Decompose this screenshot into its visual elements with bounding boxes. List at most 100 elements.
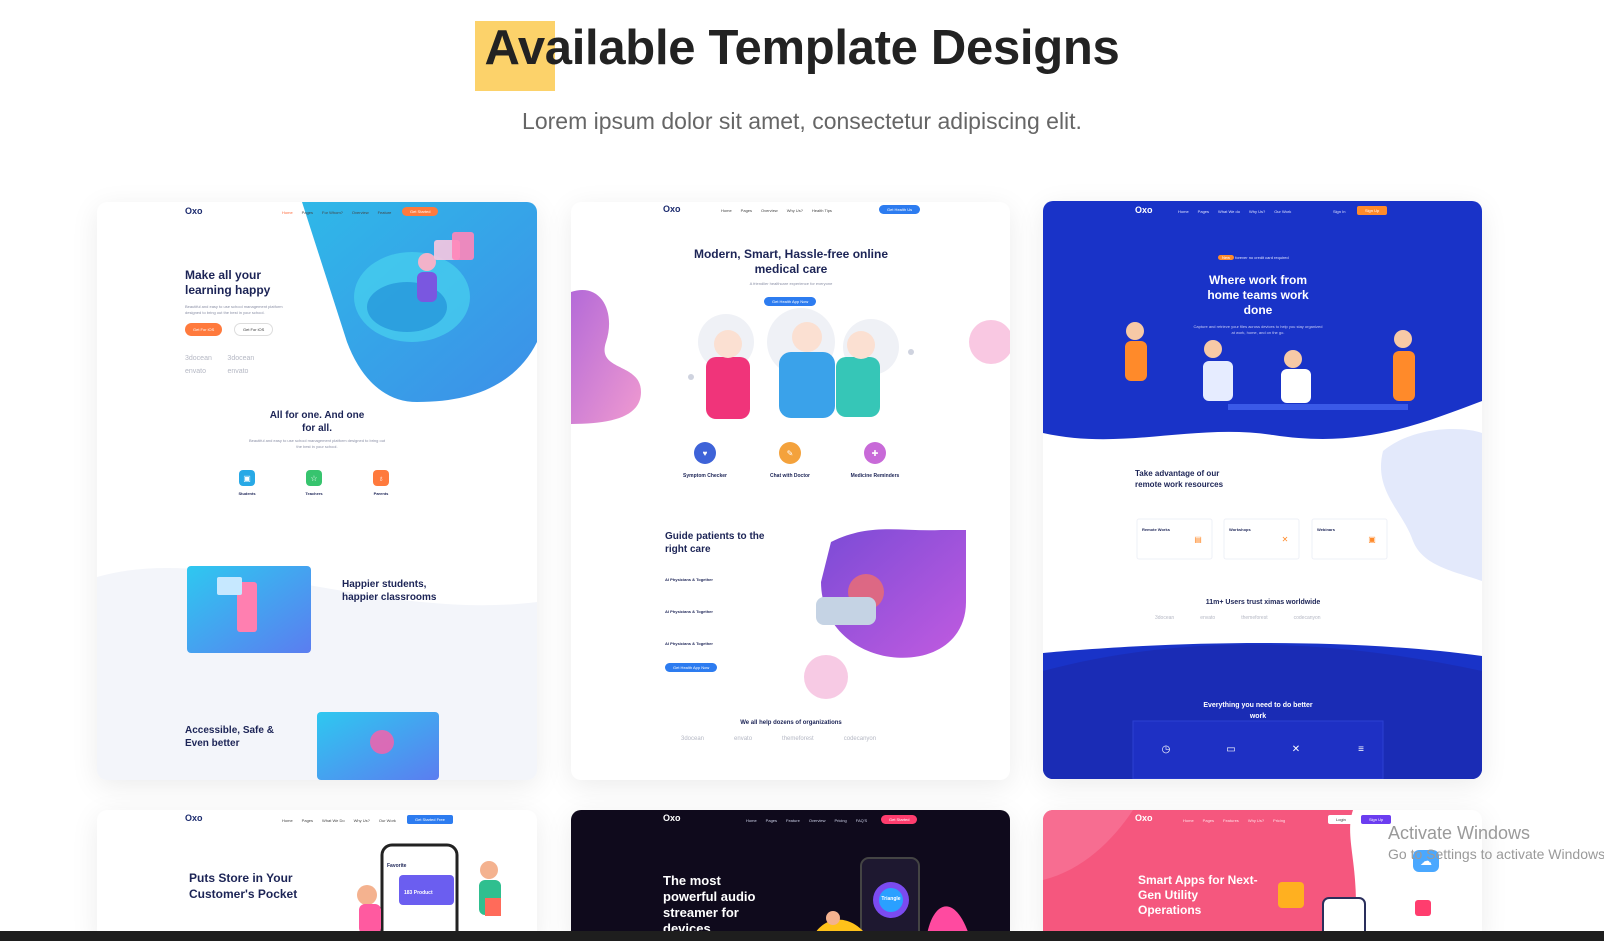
- template-card-remote-work[interactable]: Oxo Home Pages What We do Why Us? Our Wo…: [1043, 201, 1482, 779]
- template-logo: Oxo: [1135, 205, 1153, 215]
- feature-label: Students: [238, 491, 256, 496]
- brand-logo: 3docean: [1155, 615, 1175, 621]
- section-title: Available Template Designs: [0, 20, 1604, 91]
- feature-label: Symptom Checker: [683, 473, 727, 479]
- nav-item: Home: [721, 208, 732, 213]
- feature-label: Medicine Reminders: [850, 473, 900, 479]
- section-heading: All for one. And one for all.: [269, 410, 365, 434]
- sign-up-button[interactable]: Sign Up: [1361, 815, 1392, 824]
- hero-heading: Modern, Smart, Hassle-free online medica…: [693, 247, 889, 276]
- nav-item: For Whom?: [322, 210, 343, 215]
- tools-icon: ✕: [1281, 534, 1289, 544]
- nav-item: Our Work: [1274, 209, 1292, 214]
- nav-item: Home: [1178, 209, 1189, 214]
- ios-button[interactable]: Get For iOS: [185, 323, 223, 336]
- hero-heading: The most powerful audio streamer for dev…: [663, 873, 756, 936]
- template-card-medical[interactable]: Oxo Home Pages Overview Why Us? Health T…: [571, 202, 1010, 780]
- section-paragraph: Beautiful and easy to use school managem…: [248, 438, 386, 449]
- section-heading: Happier students, happier classrooms: [342, 579, 437, 603]
- resource-card-title: Workshops: [1229, 527, 1251, 532]
- phone-product-card: 183 Product: [404, 890, 433, 896]
- check-item: AI Physicians & Together: [665, 577, 713, 582]
- brand-logos: 3docean envato themeforest codecanyon: [681, 736, 921, 742]
- nav-item: Our Work: [378, 818, 396, 823]
- nav-item: Pages: [765, 818, 778, 823]
- brand-logos: 3docean envato themeforest codecanyon: [1155, 615, 1395, 621]
- template-logo: Oxo: [663, 813, 681, 823]
- monitor-icon: ▭: [1226, 743, 1236, 755]
- brand-logo: envato: [734, 736, 753, 742]
- webinar-icon: ▣: [1368, 534, 1376, 544]
- brand-logo: envato: [1200, 615, 1216, 621]
- section-heading: Take advantage of our remote work resour…: [1135, 469, 1224, 489]
- nav-item: Pages: [1197, 209, 1210, 214]
- nav-item: Pages: [1202, 818, 1215, 823]
- template-logo: Oxo: [185, 206, 203, 216]
- brand-logo: 3docean: [185, 355, 212, 362]
- nav-item: Pages: [301, 818, 314, 823]
- section-heading: Guide patients to the right care: [665, 531, 765, 555]
- nav-item: Features: [1223, 818, 1239, 823]
- nav-item: Pricing: [834, 818, 847, 823]
- taskbar[interactable]: [0, 931, 1604, 941]
- server-icon: ≡: [1358, 743, 1364, 755]
- footer-heading: We all help dozens of organizations: [740, 720, 842, 726]
- footer-heading: Everything you need to do better work: [1203, 702, 1313, 720]
- hero-badge: New forever no credit card required: [1218, 255, 1338, 261]
- nav-item: What We Do: [322, 818, 345, 823]
- template-nav: Home Pages What We do Why Us? Our Work: [1178, 209, 1291, 214]
- brand-logo: envato: [185, 368, 207, 375]
- card-background-art: [571, 290, 1010, 699]
- nav-item: Feature: [377, 210, 392, 215]
- nav-item: Pages: [301, 210, 314, 215]
- teachers-icon: ☆: [306, 470, 322, 486]
- nav-item: Why Us?: [1248, 209, 1266, 214]
- nav-item: Overview: [808, 818, 826, 823]
- hero-heading: Smart Apps for Next-Gen Utility Operatio…: [1138, 873, 1258, 917]
- sign-in-link[interactable]: Sign In: [1333, 209, 1345, 215]
- feature-label: Parents: [373, 491, 389, 496]
- nav-item: Overview: [351, 210, 369, 215]
- feature-label: Teachers: [305, 491, 323, 496]
- title-highlight: Av: [474, 20, 555, 91]
- template-nav: Home Pages For Whom? Overview Feature: [282, 210, 391, 215]
- get-started-button[interactable]: Get Started: [881, 815, 918, 824]
- brand-logos: 3docean 3docean envato envato: [185, 352, 295, 378]
- sign-up-button[interactable]: Sign Up: [1357, 206, 1388, 215]
- nav-item: Home: [746, 818, 757, 823]
- hero-paragraph: Beautiful and easy to use school managem…: [185, 304, 283, 315]
- section-subtitle: Lorem ipsum dolor sit amet, consectetur …: [522, 108, 1082, 134]
- pill-icon: ✚: [864, 442, 886, 464]
- phone-screen-title: Favorite: [387, 863, 407, 869]
- badge-tag: New: [1218, 255, 1235, 260]
- clipboard-icon: ✎: [779, 442, 801, 464]
- chart-icon: ▤: [1194, 534, 1202, 544]
- get-started-button[interactable]: Get Started Free: [407, 815, 453, 824]
- nav-item: FAQ'S: [855, 818, 868, 823]
- template-logo: Oxo: [1135, 813, 1153, 823]
- resource-card-title: Remote Works: [1142, 527, 1170, 532]
- section-cta-button[interactable]: Get Health App Now: [665, 663, 718, 672]
- nav-item: Why Us?: [353, 818, 370, 823]
- nav-item: What We do: [1218, 209, 1240, 214]
- brand-logo: envato: [227, 368, 249, 375]
- template-card-store[interactable]: Oxo Home Pages What We Do Why Us? Our Wo…: [97, 810, 537, 941]
- brand-logo: codecanyon: [1293, 615, 1321, 621]
- clock-icon: ◷: [1161, 743, 1171, 755]
- template-card-education[interactable]: Oxo Home Pages For Whom? Overview Featur…: [97, 202, 537, 780]
- hero-heading: Make all your learning happy: [185, 268, 271, 297]
- brand-logo: themeforest: [1241, 615, 1268, 621]
- hero-paragraph: A friendlier healthcare experience for e…: [749, 281, 833, 286]
- login-button[interactable]: Login: [1328, 815, 1354, 824]
- template-logo: Oxo: [663, 204, 681, 214]
- hero-cta-button[interactable]: Get Health App Now: [764, 297, 817, 306]
- nav-item: Home: [1183, 818, 1194, 823]
- template-card-audio[interactable]: Oxo Home Pages Feature Overview Pricing …: [571, 810, 1010, 941]
- get-health-button[interactable]: Get Health Us: [879, 205, 921, 214]
- hero-heading: Where work from home teams work done: [1207, 273, 1309, 317]
- resource-card-title: Webinars: [1317, 527, 1335, 532]
- nav-item: Home: [282, 818, 293, 823]
- ios-button-outline[interactable]: Get For iOS: [234, 323, 274, 336]
- get-started-button[interactable]: Get Started: [402, 207, 439, 216]
- brand-logo: 3docean: [681, 736, 705, 742]
